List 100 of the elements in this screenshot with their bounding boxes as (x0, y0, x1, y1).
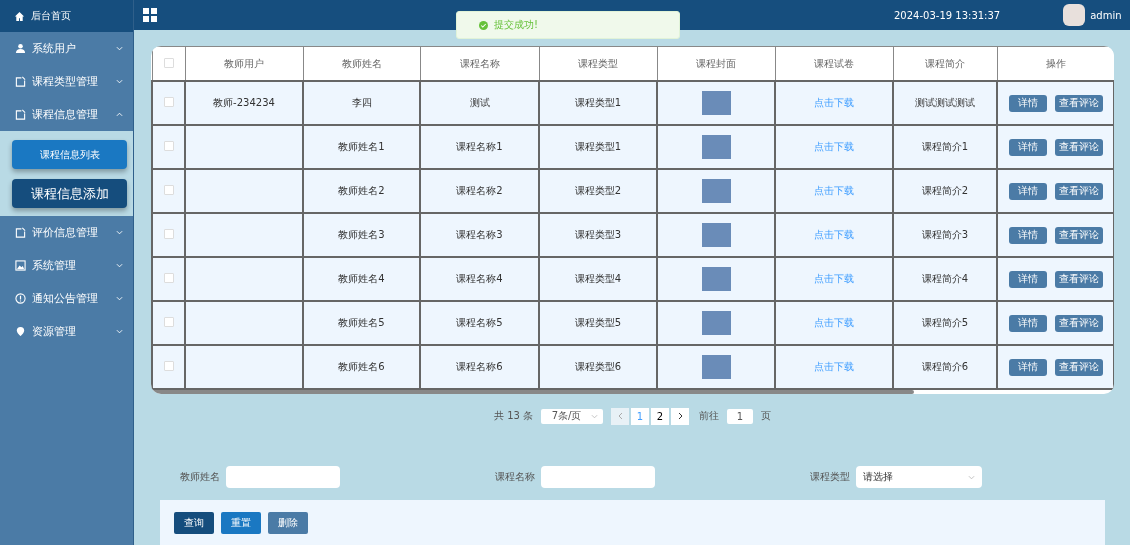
cover-photo-placeholder (701, 135, 731, 159)
details-button[interactable]: 详情 (1008, 314, 1047, 332)
table-cell: 课程类型1 (574, 141, 622, 152)
cover-photo-placeholder (701, 355, 731, 379)
home-menu-item[interactable]: 后台首页 (0, 0, 133, 32)
menu-label: 资源管理 (32, 324, 77, 339)
table-cell: 课程名称4 (456, 273, 503, 284)
table-cell: 课程类型1 (574, 97, 622, 108)
details-button[interactable]: 详情 (1008, 270, 1047, 288)
toast-message: 提交成功! (494, 18, 538, 32)
row-checkbox[interactable] (163, 317, 174, 327)
field-label: 课程类型 (810, 470, 850, 484)
table-cell: 教师姓名5 (338, 317, 385, 328)
action-button[interactable]: 重置 (221, 512, 261, 534)
sidebar-menu-item[interactable]: 课程类型管理 (0, 65, 133, 98)
table-cell: 课程类型4 (574, 273, 622, 284)
home-icon (14, 10, 25, 22)
view-comments-button[interactable]: 查看评论 (1054, 314, 1103, 332)
image-icon (15, 260, 26, 271)
column-header: 操作 (997, 46, 1114, 81)
select-all-checkbox[interactable] (163, 57, 174, 68)
table-cell: 教师姓名2 (338, 185, 385, 196)
row-checkbox[interactable] (163, 185, 174, 195)
sidebar-menu-item[interactable]: 课程信息管理 (0, 98, 133, 131)
table-cell: 教师姓名1 (338, 141, 385, 152)
cover-photo-placeholder (701, 179, 731, 203)
details-button[interactable]: 详情 (1008, 358, 1047, 376)
column-header: 课程简介 (893, 46, 997, 81)
menu-label: 系统管理 (32, 258, 77, 273)
sidebar-menu-item[interactable]: 评价信息管理 (0, 216, 133, 249)
horizontal-scrollbar[interactable] (151, 390, 914, 394)
table-cell: 课程类型2 (574, 185, 622, 196)
previous-page-button[interactable] (611, 407, 630, 425)
action-button[interactable]: 查询 (174, 512, 214, 534)
table-cell: 课程名称3 (456, 229, 503, 240)
input-field[interactable] (541, 466, 655, 488)
input-field[interactable] (226, 466, 340, 488)
row-checkbox[interactable] (163, 141, 174, 151)
table-cell: 教师姓名4 (338, 273, 385, 284)
table-cell: 李四 (351, 97, 372, 108)
sidebar-menu-item[interactable]: 系统用户 (0, 32, 133, 65)
page-number-button[interactable]: 2 (651, 407, 670, 425)
view-comments-button[interactable]: 查看评论 (1054, 138, 1103, 156)
check-circle-icon (479, 20, 488, 30)
table-cell: 测试测试测试 (915, 97, 975, 108)
view-comments-button[interactable]: 查看评论 (1054, 226, 1103, 244)
sidebar-menu-item[interactable]: 系统管理 (0, 249, 133, 282)
row-checkbox[interactable] (163, 229, 174, 239)
chevron-left-icon (617, 412, 623, 420)
download-link[interactable]: 点击下载 (814, 141, 854, 152)
cover-photo-placeholder (701, 311, 731, 335)
column-header: 课程类型 (539, 46, 657, 81)
view-comments-button[interactable]: 查看评论 (1054, 182, 1103, 200)
page-number-button[interactable]: 1 (631, 407, 650, 425)
table-cell: 测试 (469, 97, 490, 108)
table-cell: 课程名称6 (456, 361, 503, 372)
sidebar-menu-item[interactable]: 通知公告管理 (0, 282, 133, 315)
page-unit-label: 页 (761, 409, 772, 423)
download-link[interactable]: 点击下载 (814, 229, 854, 240)
avatar-placeholder[interactable] (1063, 4, 1086, 26)
download-link[interactable]: 点击下载 (814, 185, 854, 196)
table-cell: 课程简介5 (921, 317, 969, 328)
row-checkbox[interactable] (163, 97, 174, 107)
menu-label: 课程类型管理 (32, 74, 99, 89)
submenu-item[interactable]: 课程信息列表 (12, 140, 127, 169)
row-checkbox[interactable] (163, 273, 174, 283)
next-page-button[interactable] (671, 407, 690, 425)
view-comments-button[interactable]: 查看评论 (1054, 270, 1103, 288)
details-button[interactable]: 详情 (1008, 138, 1047, 156)
download-link[interactable]: 点击下载 (814, 97, 854, 108)
details-button[interactable]: 详情 (1008, 226, 1047, 244)
view-comments-button[interactable]: 查看评论 (1054, 358, 1103, 376)
select-field[interactable]: 请选择 (856, 466, 982, 488)
download-link[interactable]: 点击下载 (814, 361, 854, 372)
download-link[interactable]: 点击下载 (814, 317, 854, 328)
username-text: admin (1090, 9, 1122, 21)
menu-label: 课程信息管理 (32, 107, 99, 122)
menu-label: 评价信息管理 (32, 225, 99, 240)
table-cell: 课程简介2 (921, 185, 969, 196)
row-checkbox[interactable] (163, 361, 174, 371)
sidebar-menu-item[interactable]: 资源管理 (0, 315, 133, 348)
column-header: 教师姓名 (303, 46, 420, 81)
details-button[interactable]: 详情 (1008, 182, 1047, 200)
download-link[interactable]: 点击下载 (814, 273, 854, 284)
details-button[interactable]: 详情 (1008, 94, 1047, 112)
table-cell: 课程简介4 (921, 273, 969, 284)
chevron-down-icon (968, 474, 975, 480)
table-cell: 课程简介1 (921, 141, 969, 152)
field-label: 课程名称 (495, 470, 535, 484)
menu-label: 系统用户 (32, 41, 77, 56)
page-size-select[interactable]: 7条/页 (541, 408, 604, 424)
table-cell: 教师姓名3 (338, 229, 385, 240)
submenu-item[interactable]: 课程信息添加 (12, 179, 127, 208)
chevron-right-icon (677, 412, 683, 420)
column-header: 课程名称 (420, 46, 539, 81)
action-button[interactable]: 删除 (268, 512, 308, 534)
view-comments-button[interactable]: 查看评论 (1054, 94, 1103, 112)
table-cell: 课程类型5 (574, 317, 622, 328)
goto-page-field[interactable]: 1 (727, 408, 754, 424)
grid-menu-icon[interactable] (143, 8, 157, 22)
